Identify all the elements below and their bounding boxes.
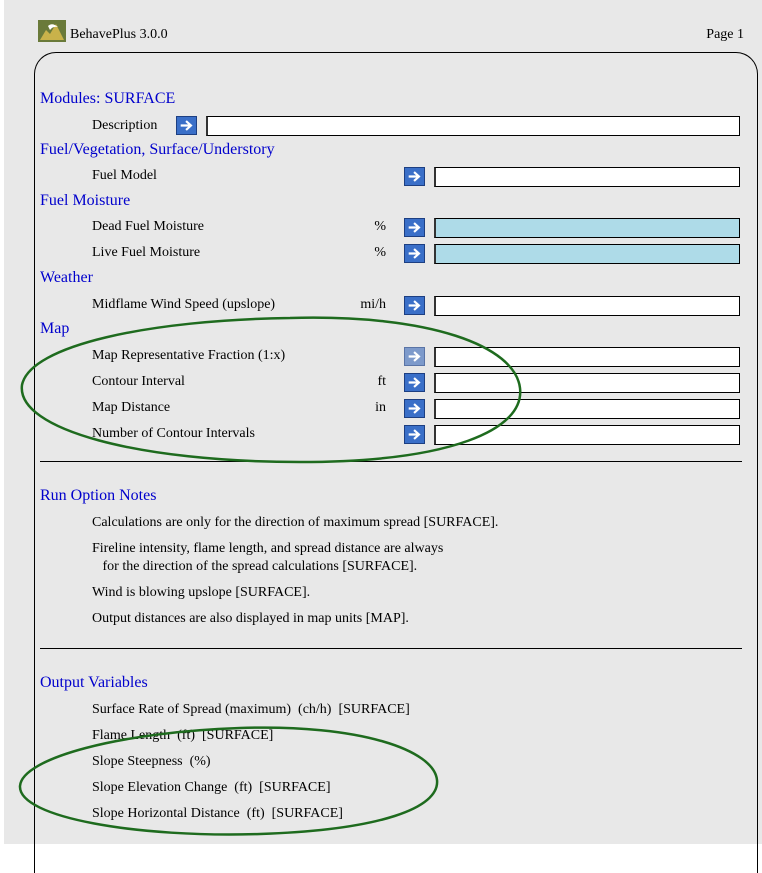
arrow-right-icon [408, 300, 421, 311]
fuel-model-field[interactable] [434, 167, 740, 187]
output-variable-item: Flame Length (ft) [SURFACE] [92, 728, 274, 743]
contour-interval-label: Contour Interval [92, 374, 185, 389]
section-fuel-moisture-heading: Fuel Moisture [40, 192, 131, 209]
section-map-heading: Map [40, 320, 70, 337]
output-variable-item: Slope Steepness (%) [92, 754, 211, 769]
number-of-contour-intervals-field[interactable] [434, 425, 740, 445]
number-of-contour-intervals-arrow-button[interactable] [404, 425, 425, 444]
fuel-model-label: Fuel Model [92, 168, 157, 183]
arrow-right-icon [408, 171, 421, 182]
worksheet-page: BehavePlus 3.0.0 Page 1 Modules: SURFACE… [4, 0, 762, 873]
dead-fuel-moisture-field[interactable] [434, 218, 740, 238]
description-field[interactable] [206, 116, 740, 136]
section-fuel-vegetation-heading: Fuel/Vegetation, Surface/Understory [40, 141, 275, 158]
number-of-contour-intervals-label: Number of Contour Intervals [92, 426, 255, 441]
dead-fuel-moisture-unit: % [374, 219, 386, 234]
contour-interval-field[interactable] [434, 373, 740, 393]
divider [40, 648, 742, 649]
output-variable-item: Slope Horizontal Distance (ft) [SURFACE] [92, 806, 343, 821]
midflame-wind-speed-label: Midflame Wind Speed (upslope) [92, 297, 276, 312]
arrow-right-icon [408, 403, 421, 414]
arrow-right-icon [408, 222, 421, 233]
output-variable-item: Slope Elevation Change (ft) [SURFACE] [92, 780, 331, 795]
midflame-wind-speed-field[interactable] [434, 296, 740, 316]
live-fuel-moisture-unit: % [374, 245, 386, 260]
arrow-right-icon [408, 377, 421, 388]
run-option-notes-heading: Run Option Notes [40, 487, 157, 504]
map-distance-label: Map Distance [92, 400, 171, 415]
map-representative-fraction-arrow-button[interactable] [404, 347, 425, 366]
dead-fuel-moisture-arrow-button[interactable] [404, 218, 425, 237]
live-fuel-moisture-field[interactable] [434, 244, 740, 264]
output-variable-item: Surface Rate of Spread (maximum) (ch/h) … [92, 702, 410, 717]
run-note: Fireline intensity, flame length, and sp… [92, 541, 444, 556]
live-fuel-moisture-arrow-button[interactable] [404, 244, 425, 263]
run-note: for the direction of the spread calculat… [92, 559, 418, 574]
map-distance-unit: in [375, 400, 386, 415]
output-variables-heading: Output Variables [40, 674, 148, 691]
description-arrow-button[interactable] [176, 116, 197, 135]
run-note: Wind is blowing upslope [SURFACE]. [92, 585, 311, 600]
description-label: Description [92, 118, 158, 133]
section-modules-heading: Modules: SURFACE [40, 90, 176, 107]
map-distance-field[interactable] [434, 399, 740, 419]
live-fuel-moisture-label: Live Fuel Moisture [92, 245, 201, 260]
run-note: Calculations are only for the direction … [92, 515, 499, 530]
map-representative-fraction-field[interactable] [434, 347, 740, 367]
arrow-right-icon [408, 351, 421, 362]
app-title: BehavePlus 3.0.0 [70, 27, 168, 42]
dead-fuel-moisture-label: Dead Fuel Moisture [92, 219, 204, 234]
run-note: Output distances are also displayed in m… [92, 611, 409, 626]
map-representative-fraction-label: Map Representative Fraction (1:x) [92, 348, 286, 363]
divider [40, 461, 742, 462]
contour-interval-unit: ft [377, 374, 386, 389]
midflame-wind-speed-arrow-button[interactable] [404, 296, 425, 315]
arrow-right-icon [180, 120, 193, 131]
contour-interval-arrow-button[interactable] [404, 373, 425, 392]
map-distance-arrow-button[interactable] [404, 399, 425, 418]
fuel-model-arrow-button[interactable] [404, 167, 425, 186]
section-weather-heading: Weather [40, 269, 93, 286]
behaveplus-logo-icon [38, 20, 66, 42]
page-number: Page 1 [706, 27, 744, 42]
arrow-right-icon [408, 429, 421, 440]
arrow-right-icon [408, 248, 421, 259]
midflame-wind-speed-unit: mi/h [360, 297, 386, 312]
